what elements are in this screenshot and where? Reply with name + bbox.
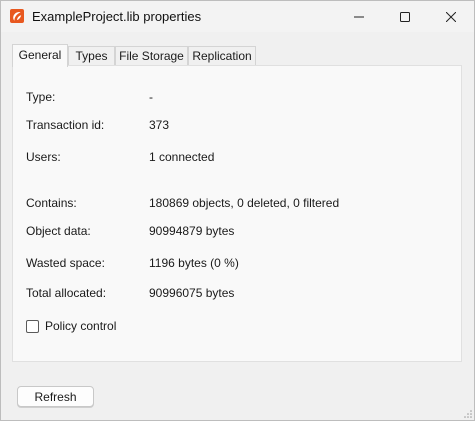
properties-window: ExampleProject.lib properties General Ty… bbox=[0, 0, 475, 421]
minimize-icon bbox=[354, 16, 364, 17]
transaction-id-label: Transaction id: bbox=[26, 118, 105, 132]
tab-types[interactable]: Types bbox=[68, 46, 115, 66]
object-data-value: 90994879 bytes bbox=[149, 224, 235, 238]
app-icon bbox=[10, 9, 24, 23]
close-button[interactable] bbox=[428, 1, 474, 32]
minimize-button[interactable] bbox=[336, 1, 382, 32]
tab-replication[interactable]: Replication bbox=[188, 46, 256, 66]
wasted-space-value: 1196 bytes (0 %) bbox=[149, 256, 239, 270]
type-label: Type: bbox=[26, 90, 56, 104]
window-title: ExampleProject.lib properties bbox=[32, 9, 202, 24]
total-allocated-label: Total allocated: bbox=[26, 286, 107, 300]
close-icon bbox=[446, 11, 456, 22]
policy-control-label: Policy control bbox=[45, 319, 117, 333]
general-panel: Type: - Transaction id: 373 Users: 1 con… bbox=[12, 65, 462, 362]
refresh-button[interactable]: Refresh bbox=[17, 386, 94, 407]
users-value: 1 connected bbox=[149, 150, 215, 164]
policy-control-checkbox[interactable] bbox=[26, 320, 39, 333]
title-bar[interactable]: ExampleProject.lib properties bbox=[1, 1, 474, 32]
resize-grip-icon[interactable] bbox=[464, 410, 472, 418]
wasted-space-label: Wasted space: bbox=[26, 256, 105, 270]
maximize-icon bbox=[400, 11, 410, 22]
maximize-button[interactable] bbox=[382, 1, 428, 32]
users-label: Users: bbox=[26, 150, 61, 164]
object-data-label: Object data: bbox=[26, 224, 91, 238]
type-value: - bbox=[149, 90, 153, 104]
contains-value: 180869 objects, 0 deleted, 0 filtered bbox=[149, 196, 340, 210]
contains-label: Contains: bbox=[26, 196, 77, 210]
tab-file-storage[interactable]: File Storage bbox=[115, 46, 188, 66]
tab-general[interactable]: General bbox=[12, 44, 68, 67]
total-allocated-value: 90996075 bytes bbox=[149, 286, 235, 300]
transaction-id-value: 373 bbox=[149, 118, 170, 132]
